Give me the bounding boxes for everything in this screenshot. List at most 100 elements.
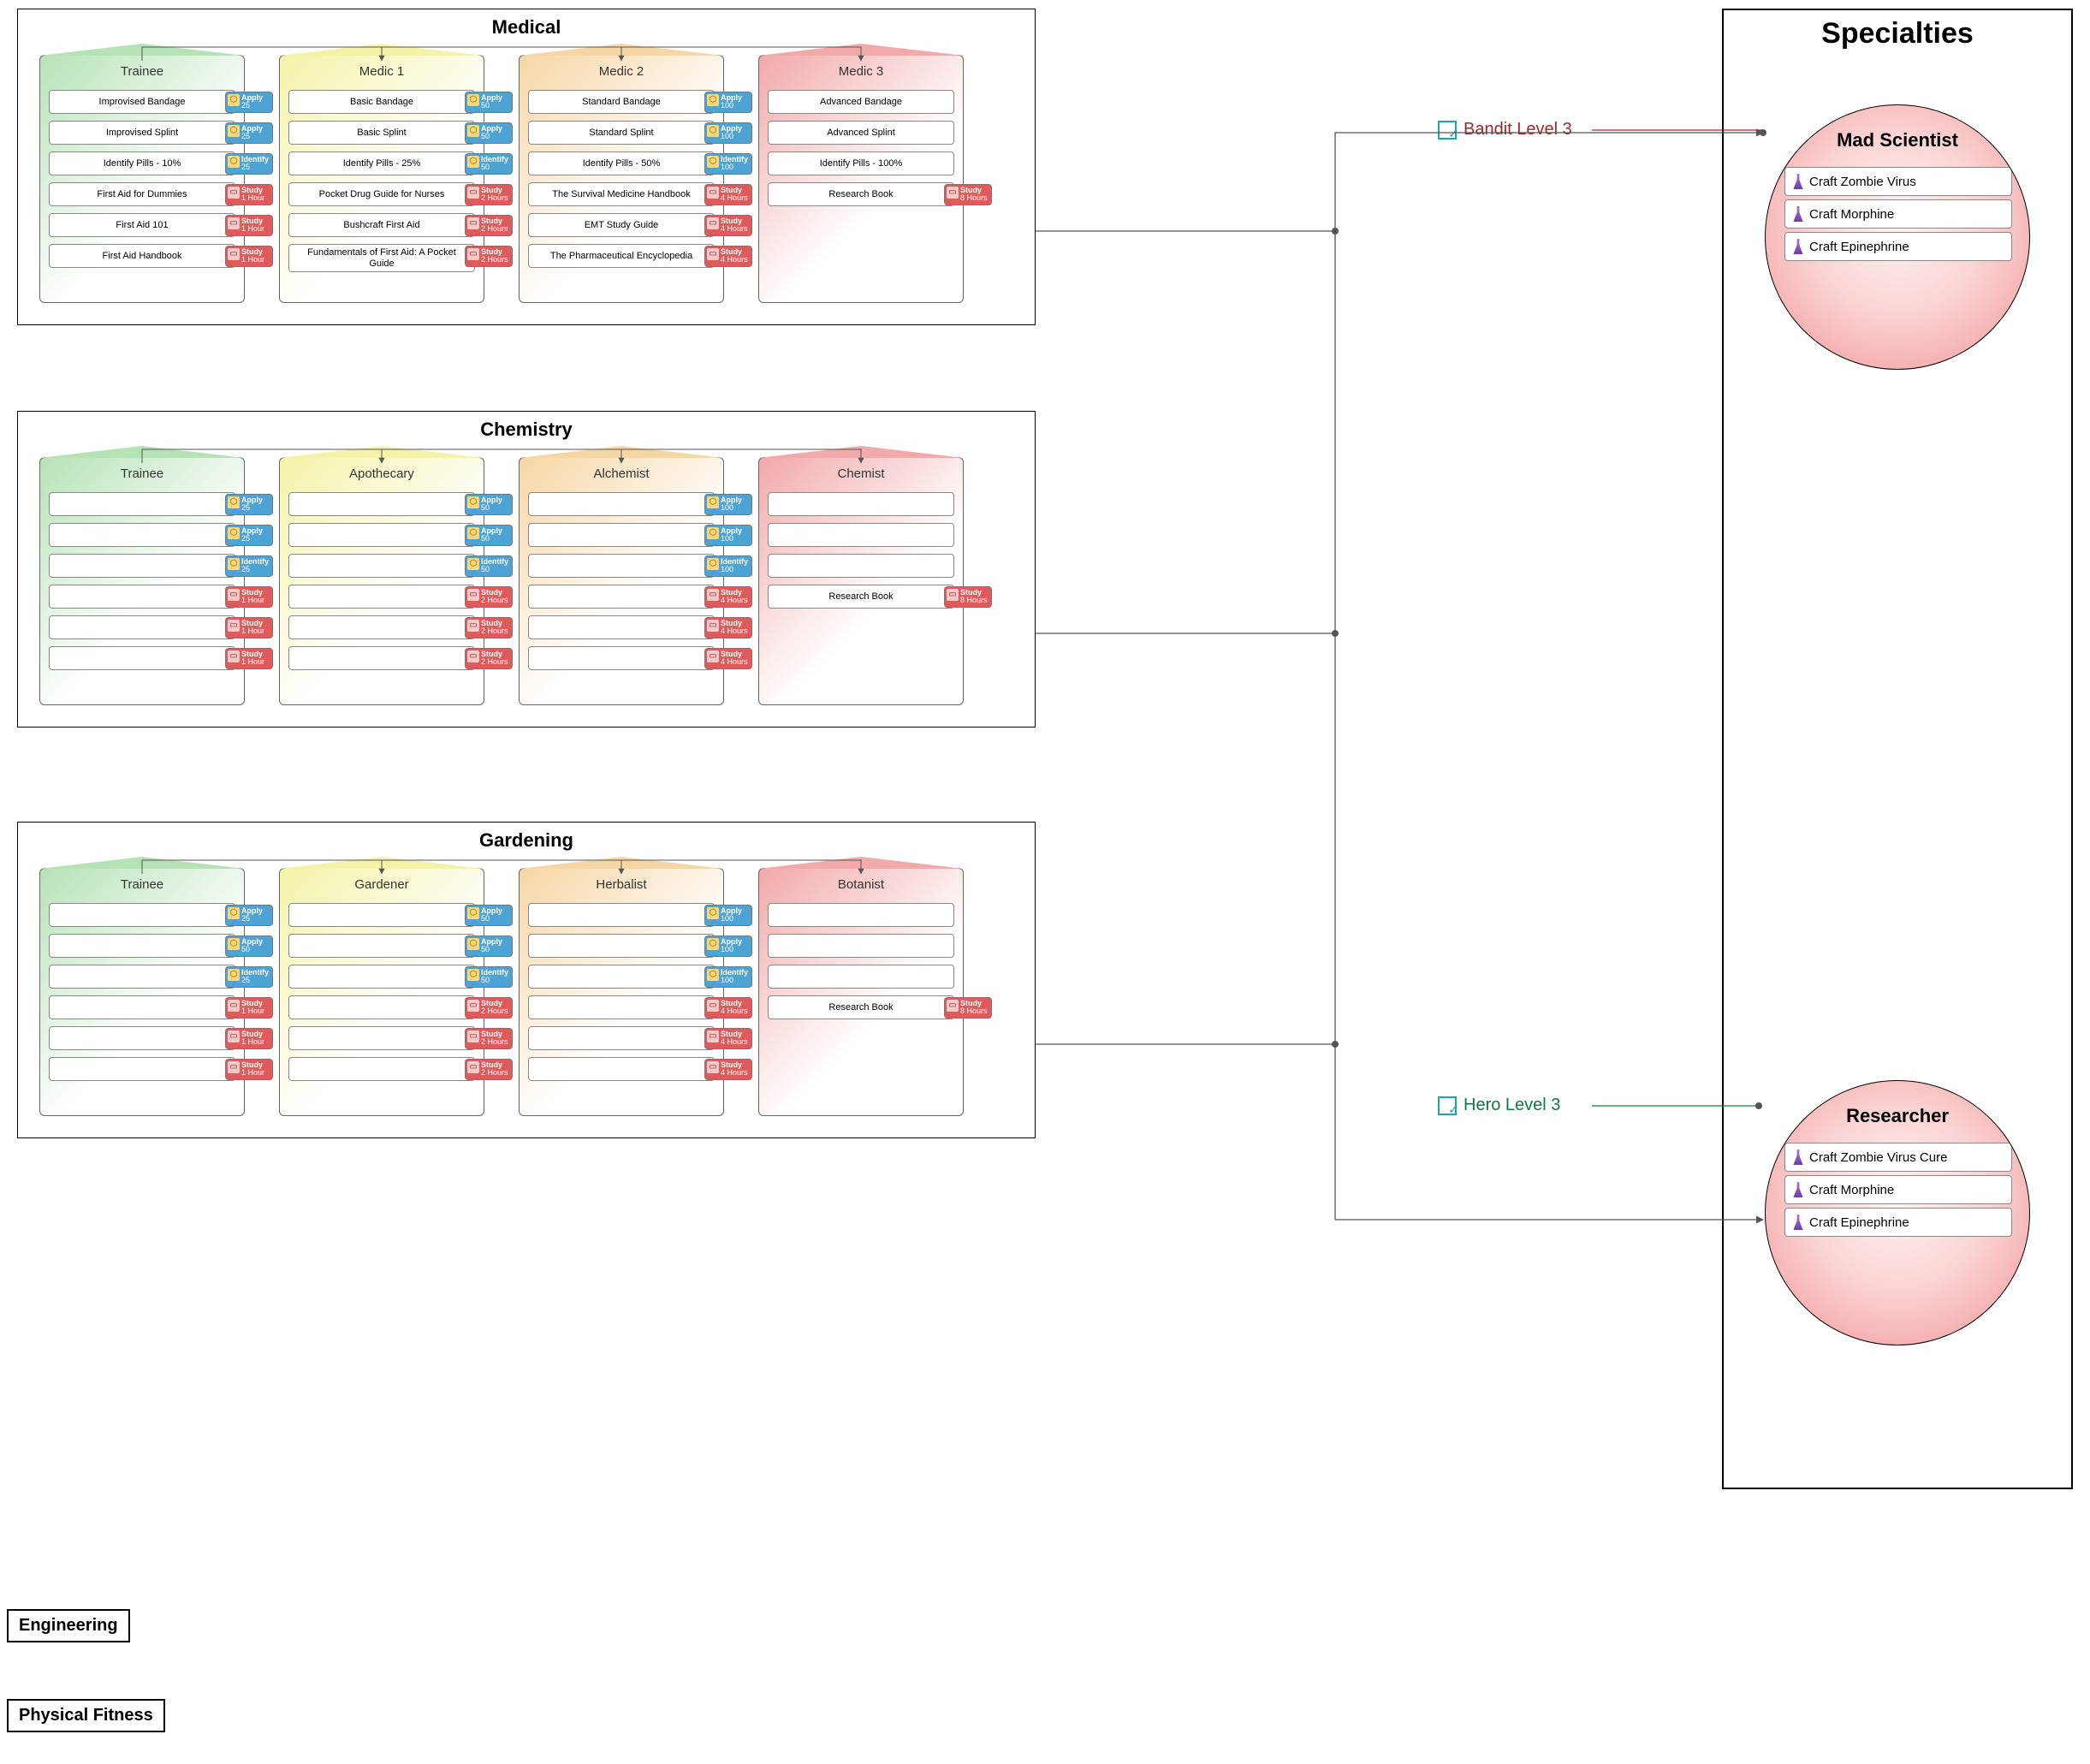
craft-row: Craft Zombie Virus Cure — [1784, 1143, 2012, 1172]
study-icon — [707, 1061, 719, 1073]
skill-entry — [288, 615, 475, 639]
apply-icon — [228, 125, 240, 137]
tier-name: Trainee — [40, 466, 244, 481]
study-icon — [228, 1061, 240, 1073]
identify-tag: Identify50 — [465, 555, 513, 577]
study-tag: Study4 Hours — [704, 246, 752, 267]
specialties-panel: Specialties Mad Scientist Craft Zombie V… — [1722, 9, 2073, 1489]
tiers-row: TraineeApply25Apply50Identify25Study1 Ho… — [18, 855, 1035, 1137]
flask-icon — [1792, 1149, 1804, 1165]
tiers-row: Trainee Improvised BandageApply25 Improvis… — [18, 42, 1035, 324]
apply-tag: Apply25 — [225, 905, 273, 926]
skill-entry — [49, 615, 235, 639]
skill-entry — [49, 492, 235, 516]
skill-entry: Research Book — [768, 995, 954, 1019]
specialty-mad-scientist: Mad Scientist Craft Zombie Virus Craft M… — [1765, 104, 2030, 370]
study-tag: Study4 Hours — [704, 997, 752, 1019]
skill-entry — [288, 903, 475, 927]
skill-row: Advanced Splint — [768, 121, 954, 145]
tier-name: Gardener — [280, 877, 484, 892]
skill-row: Study1 Hour — [49, 585, 235, 609]
tier-card: TraineeApply25Apply25Identify25Study1 Ho… — [39, 457, 245, 705]
skill-row: Basic SplintApply50 — [288, 121, 475, 145]
skill-row: Study2 Hours — [288, 646, 475, 670]
skill-row: Research BookStudy8 Hours — [768, 182, 954, 206]
skill-row: Identify25 — [49, 554, 235, 578]
identify-icon — [467, 558, 479, 570]
skill-row: Study2 Hours — [288, 585, 475, 609]
study-icon — [228, 248, 240, 260]
craft-row: Craft Epinephrine — [1784, 1208, 2012, 1237]
skill-entry: First Aid Handbook — [49, 244, 235, 268]
skill-entry — [528, 1057, 715, 1081]
specialty-name: Researcher — [1766, 1105, 2029, 1127]
identify-icon — [707, 969, 719, 981]
skill-row: Improvised BandageApply25 — [49, 90, 235, 114]
tier-name: Trainee — [40, 64, 244, 79]
skill-entry — [288, 585, 475, 609]
skill-entry — [288, 646, 475, 670]
study-tag: Study2 Hours — [465, 1059, 513, 1080]
skill-entry — [49, 1057, 235, 1081]
craft-row: Craft Morphine — [1784, 199, 2012, 229]
identify-icon — [228, 969, 240, 981]
apply-tag: Apply25 — [225, 494, 273, 515]
study-icon — [228, 187, 240, 199]
study-icon — [467, 589, 479, 601]
study-icon — [467, 1061, 479, 1073]
skill-row: Study2 Hours — [288, 615, 475, 639]
study-tag: Study8 Hours — [944, 997, 992, 1019]
identify-icon — [707, 558, 719, 570]
identify-tag: Identify25 — [225, 555, 273, 577]
skill-entry: First Aid for Dummies — [49, 182, 235, 206]
skill-row: EMT Study GuideStudy4 Hours — [528, 213, 715, 237]
skill-row: Pocket Drug Guide for NursesStudy2 Hours — [288, 182, 475, 206]
specialty-researcher: Researcher Craft Zombie Virus Cure Craft… — [1765, 1080, 2030, 1345]
specialty-name: Mad Scientist — [1766, 129, 2029, 151]
skill-entry: Identify Pills - 50% — [528, 151, 715, 175]
apply-icon — [707, 125, 719, 137]
skill-entry — [528, 646, 715, 670]
study-tag: Study2 Hours — [465, 1028, 513, 1049]
skill-entry: First Aid 101 — [49, 213, 235, 237]
apply-tag: Apply100 — [704, 525, 752, 546]
tier-name: Medic 2 — [520, 64, 723, 79]
skill-row: Improvised SplintApply25 — [49, 121, 235, 145]
tier-name: Medic 3 — [759, 64, 963, 79]
skill-entry — [288, 995, 475, 1019]
study-tag: Study8 Hours — [944, 184, 992, 205]
skill-row: Standard BandageApply100 — [528, 90, 715, 114]
skill-row: Fundamentals of First Aid: A Pocket Guid… — [288, 244, 475, 272]
study-icon — [467, 1030, 479, 1042]
study-icon — [947, 589, 959, 601]
tier-card: TraineeApply25Apply50Identify25Study1 Ho… — [39, 868, 245, 1116]
apply-tag: Apply100 — [704, 905, 752, 926]
skill-entry — [288, 554, 475, 578]
check-icon — [1438, 1096, 1457, 1115]
apply-icon — [467, 527, 479, 539]
apply-tag: Apply100 — [704, 122, 752, 144]
skill-row: Study4 Hours — [528, 585, 715, 609]
tier-name: Trainee — [40, 877, 244, 892]
identify-tag: Identify50 — [465, 966, 513, 988]
skill-row: Study1 Hour — [49, 646, 235, 670]
skill-entry: Standard Splint — [528, 121, 715, 145]
skill-entry — [49, 1026, 235, 1050]
skill-row: Standard SplintApply100 — [528, 121, 715, 145]
tier-card: Medic 3Advanced BandageAdvanced SplintId… — [758, 55, 964, 303]
skill-entry — [288, 1026, 475, 1050]
apply-icon — [467, 125, 479, 137]
skill-row: First Aid 101Study1 Hour — [49, 213, 235, 237]
apply-icon — [707, 527, 719, 539]
study-tag: Study2 Hours — [465, 586, 513, 608]
skill-entry — [528, 995, 715, 1019]
apply-tag: Apply25 — [225, 525, 273, 546]
skill-row: Advanced Bandage — [768, 90, 954, 114]
skill-row: Study1 Hour — [49, 1026, 235, 1050]
skill-row: Apply50 — [288, 903, 475, 927]
study-tag: Study4 Hours — [704, 215, 752, 236]
identify-icon — [467, 969, 479, 981]
tier-card: BotanistResearch BookStudy8 Hours — [758, 868, 964, 1116]
identify-tag: Identify100 — [704, 153, 752, 175]
apply-tag: Apply50 — [465, 525, 513, 546]
